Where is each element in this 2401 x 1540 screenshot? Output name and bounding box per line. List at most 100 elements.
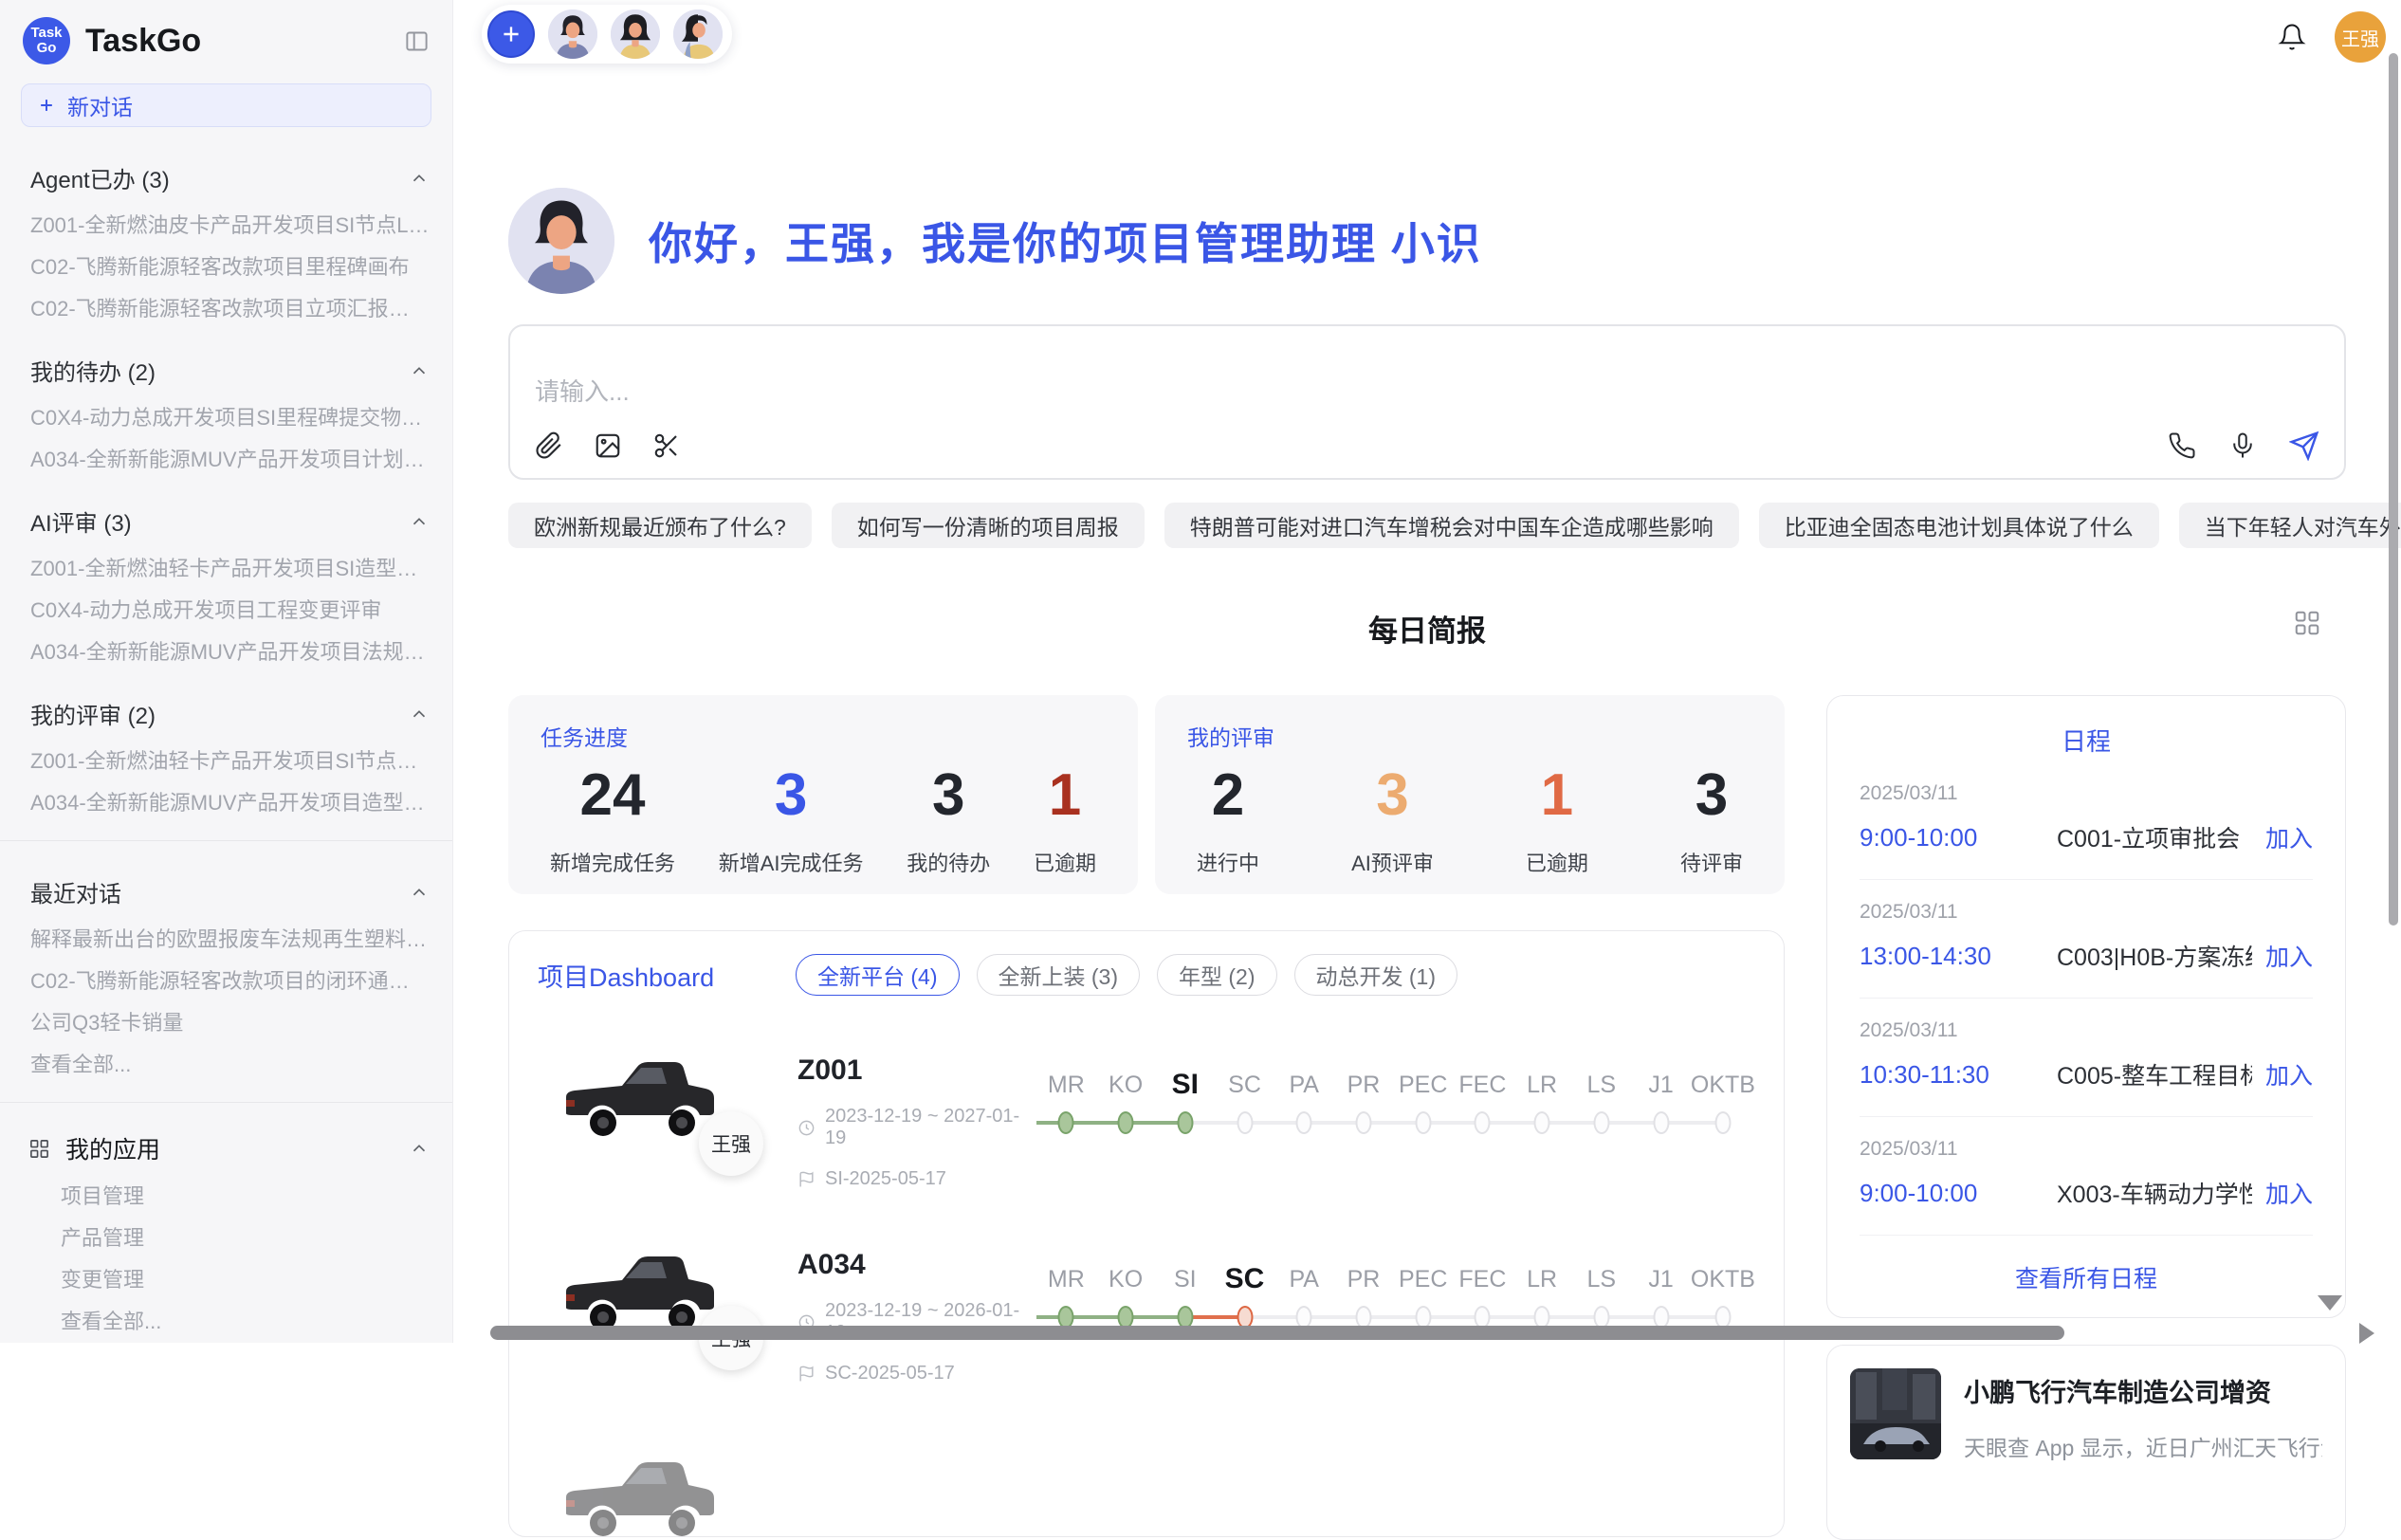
app-item[interactable]: 查看全部... <box>0 1311 452 1332</box>
sidebar-collapse-icon[interactable] <box>404 28 430 54</box>
suggestion-chip[interactable]: 比亚迪全固态电池计划具体说了什么 <box>1759 503 2159 548</box>
recent-chat-item[interactable]: C02-飞腾新能源轻客改款项目的闭环通告反馈情况 <box>0 970 452 992</box>
milestone: MR <box>1036 1066 1096 1138</box>
milestone-label: MR <box>1036 1066 1096 1104</box>
suggestion-chip[interactable]: 欧洲新规最近颁布了什么? <box>508 503 812 548</box>
schedule-item: 2025/03/11 9:00-10:00 X003-车辆动力学性能验... 加… <box>1860 1117 2313 1236</box>
insert-image-icon[interactable] <box>594 431 622 460</box>
contact-avatar-1[interactable] <box>548 9 597 59</box>
flag-icon <box>797 1170 816 1188</box>
recent-chat-item[interactable]: 公司Q3轻卡销量 <box>0 1012 452 1034</box>
milestone: FEC <box>1453 1260 1512 1332</box>
sidebar-section-header[interactable]: 我的评审 (2) <box>0 697 452 730</box>
milestone: PA <box>1274 1066 1334 1138</box>
sidebar-item[interactable]: A034-全新新能源MUV产品开发项目法规符合性评审 <box>0 641 452 663</box>
composer-toolbar <box>535 431 2319 461</box>
news-image <box>1850 1368 1941 1459</box>
milestone-dot <box>1058 1111 1074 1134</box>
schedule-item: 2025/03/11 13:00-14:30 C003|H0B-方案冻结评审 加… <box>1860 880 2313 999</box>
milestone: PEC <box>1393 1260 1453 1332</box>
sidebar-item[interactable]: Z001-全新燃油皮卡产品开发项目SI节点Lesson Learn报告 <box>0 214 452 236</box>
scroll-down-arrow[interactable] <box>2318 1295 2342 1311</box>
sidebar-item[interactable]: A034-全新新能源MUV产品开发项目造型可行性评审 <box>0 792 452 814</box>
microphone-icon[interactable] <box>2228 431 2257 460</box>
milestone-label: MR <box>1036 1260 1096 1298</box>
schedule-time: 10:30-11:30 <box>1860 1060 2057 1090</box>
my-apps-header[interactable]: 我的应用 <box>0 1131 452 1165</box>
join-meeting-link[interactable]: 加入 <box>2265 820 2313 854</box>
sidebar-item[interactable]: C0X4-动力总成开发项目工程变更评审 <box>0 599 452 621</box>
sidebar-item[interactable]: Z001-全新燃油轻卡产品开发项目SI节点属性5D文件评审 <box>0 750 452 772</box>
sidebar-item[interactable]: A034-全新新能源MUV产品开发项目计划变更表编写 <box>0 449 452 470</box>
join-meeting-link[interactable]: 加入 <box>2265 1057 2313 1091</box>
milestone-label: PA <box>1274 1066 1334 1104</box>
send-icon[interactable] <box>2289 431 2319 461</box>
composer-placeholder: 请输入... <box>535 373 2319 408</box>
horizontal-scrollbar[interactable] <box>490 1326 2064 1340</box>
filter-chip[interactable]: 全新平台 (4) <box>796 954 960 996</box>
sidebar-item[interactable]: Z001-全新燃油轻卡产品开发项目SI造型提交物评审 <box>0 558 452 579</box>
user-avatar[interactable]: 王强 <box>2335 11 2386 63</box>
notification-bell-icon[interactable] <box>2278 23 2306 51</box>
milestone: FEC <box>1453 1066 1512 1138</box>
milestone-label: LR <box>1512 1066 1572 1104</box>
layout-grid-icon[interactable] <box>2293 609 2321 637</box>
milestone: J1 <box>1631 1066 1691 1138</box>
suggestion-chip[interactable]: 如何写一份清晰的项目周报 <box>832 503 1145 548</box>
add-contact-button[interactable] <box>487 10 535 58</box>
join-meeting-link[interactable]: 加入 <box>2265 939 2313 973</box>
milestone: LS <box>1571 1260 1631 1332</box>
project-row[interactable]: 王强 Z001 2023-12-19 ~ 2027-01-19 <box>538 1043 1755 1190</box>
contact-avatar-2[interactable] <box>611 9 660 59</box>
sidebar-section: 我的评审 (2) Z001-全新燃油轻卡产品开发项目SI节点属性5D文件评审 A… <box>0 697 452 814</box>
filter-chip[interactable]: 年型 (2) <box>1157 954 1277 996</box>
app-item[interactable]: 项目管理 <box>0 1185 452 1207</box>
project-dates: 2023-12-19 ~ 2027-01-19 <box>797 1106 1036 1149</box>
app-item[interactable]: 产品管理 <box>0 1227 452 1249</box>
stat: 3 新增AI完成任务 <box>719 763 864 877</box>
milestone-dot <box>1475 1111 1491 1134</box>
attachment-icon[interactable] <box>535 431 563 460</box>
daily-briefing-title: 每日简报 <box>508 607 2346 650</box>
view-all-schedule-link[interactable]: 查看所有日程 <box>1860 1236 2313 1294</box>
sidebar-item[interactable]: C0X4-动力总成开发项目SI里程碑提交物检查 <box>0 407 452 429</box>
content-column: 你好，王强，我是你的项目管理助理 小识 请输入... <box>508 0 2346 1343</box>
milestone-label: LS <box>1571 1260 1631 1298</box>
milestone: PA <box>1274 1260 1334 1332</box>
filter-chip[interactable]: 动总开发 (1) <box>1294 954 1458 996</box>
schedule-card: 日程 2025/03/11 9:00-10:00 C001-立项审批会 加入 <box>1826 695 2346 1318</box>
project-row[interactable]: 王强 A034 2023-12-19 ~ 2026-01-19 <box>538 1238 1755 1384</box>
milestone-label: J1 <box>1631 1260 1691 1298</box>
message-composer[interactable]: 请输入... <box>508 324 2346 480</box>
recent-chat-item[interactable]: 查看全部... <box>0 1054 452 1075</box>
sidebar-item[interactable]: C02-飞腾新能源轻客改款项目里程碑画布 <box>0 256 452 278</box>
filter-chip[interactable]: 全新上装 (3) <box>977 954 1141 996</box>
sidebar-section-header[interactable]: Agent已办 (3) <box>0 161 452 194</box>
join-meeting-link[interactable]: 加入 <box>2265 1176 2313 1210</box>
suggestion-chip[interactable]: 特朗普可能对进口汽车增税会对中国车企造成哪些影响 <box>1164 503 1739 548</box>
sidebar-item[interactable]: C02-飞腾新能源轻客改款项目立项汇报方案 <box>0 298 452 320</box>
project-dashboard-card: 项目Dashboard 全新平台 (4) 全新上装 (3) 年型 (2) 动总开… <box>508 930 1785 1537</box>
milestone-label: OKTB <box>1691 1260 1755 1298</box>
recent-chat-item[interactable]: 解释最新出台的欧盟报废车法规再生塑料比例被调至15%... <box>0 928 452 950</box>
schedule-time: 13:00-14:30 <box>1860 942 2057 971</box>
stat-value: 3 <box>719 763 864 828</box>
sidebar-section-header[interactable]: 我的待办 (2) <box>0 354 452 387</box>
recent-chats-header[interactable]: 最近对话 <box>0 875 452 908</box>
new-chat-button[interactable]: 新对话 <box>21 83 431 127</box>
app-item[interactable]: 变更管理 <box>0 1269 452 1291</box>
sidebar-section-header[interactable]: AI评审 (3) <box>0 504 452 538</box>
vertical-scrollbar[interactable] <box>2389 53 2398 926</box>
milestone: SI <box>1155 1066 1215 1138</box>
suggestion-chip[interactable]: 当下年轻人对汽车外观有怎样的喜好趋势 <box>2179 503 2401 548</box>
milestone: OKTB <box>1691 1260 1755 1332</box>
news-card[interactable]: 小鹏飞行汽车制造公司增资 天眼查 App 显示，近日广州汇天飞行汽... <box>1826 1345 2346 1540</box>
milestone-label: KO <box>1096 1260 1156 1298</box>
contact-avatar-3[interactable] <box>673 9 723 59</box>
milestone: J1 <box>1631 1260 1691 1332</box>
phone-icon[interactable] <box>2168 431 2196 460</box>
milestone: OKTB <box>1691 1066 1755 1138</box>
scroll-right-arrow[interactable] <box>2359 1323 2374 1344</box>
project-next-milestone: SC-2025-05-17 <box>797 1363 1036 1384</box>
scissors-icon[interactable] <box>652 431 681 460</box>
